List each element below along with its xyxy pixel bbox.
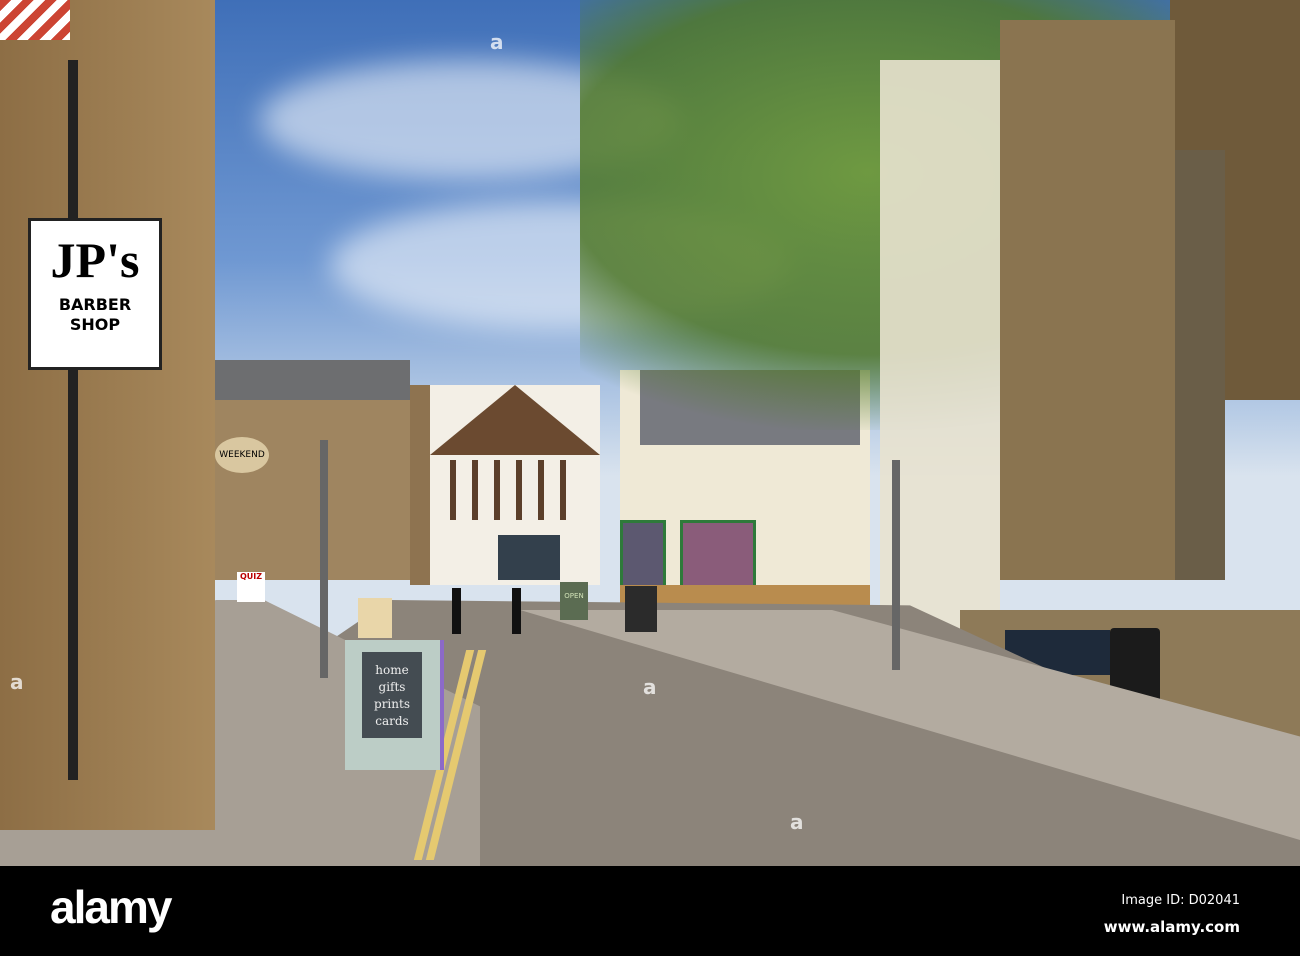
watermark-mark: a xyxy=(10,670,24,694)
tree-trunk xyxy=(1175,150,1225,580)
shop-window xyxy=(620,520,666,588)
signpost xyxy=(320,440,328,678)
image-id: Image ID: D02041 xyxy=(1121,893,1240,908)
bollard xyxy=(452,588,461,634)
barber-pole xyxy=(0,0,70,40)
board-word-cards: cards xyxy=(375,714,409,728)
tudor-house xyxy=(430,385,600,585)
watermark-bar xyxy=(0,866,1300,956)
drainpipe xyxy=(68,60,78,780)
bollard xyxy=(512,588,521,634)
watermark-mark: a xyxy=(643,675,657,699)
toy-shop-window xyxy=(680,520,756,588)
alamy-url: www.alamy.com xyxy=(1103,918,1240,936)
chalkboard xyxy=(625,586,657,632)
tudor-gable xyxy=(430,385,600,455)
a-board xyxy=(358,598,392,638)
board-word-gifts: gifts xyxy=(378,680,406,694)
barber-shop-sign: JP's BARBER SHOP xyxy=(28,218,162,370)
street-photo: JP's BARBER SHOP WEEKEND QUIZ OPEN home … xyxy=(0,0,1300,866)
timber-frame xyxy=(450,460,580,520)
alamy-logo: alamy xyxy=(50,881,172,933)
gallery-board-text: home gifts prints cards xyxy=(362,652,422,738)
barber-sign-name: JP's xyxy=(50,232,140,288)
watermark-mark: a xyxy=(490,30,504,54)
quiz-sign: QUIZ xyxy=(237,572,265,602)
signpost xyxy=(892,460,900,670)
left-stone-building xyxy=(0,0,215,830)
board-word-prints: prints xyxy=(374,697,410,711)
watermark-mark: a xyxy=(790,810,804,834)
stone-building-right xyxy=(1000,20,1175,580)
board-word-home: home xyxy=(375,663,409,677)
slate-roof xyxy=(215,360,410,400)
weekend-sign: WEEKEND xyxy=(215,437,269,473)
shop-window xyxy=(498,535,560,580)
gallery-a-board: home gifts prints cards xyxy=(345,640,444,770)
open-board: OPEN xyxy=(560,582,588,620)
barber-sign-subtitle: BARBER SHOP xyxy=(58,295,132,334)
